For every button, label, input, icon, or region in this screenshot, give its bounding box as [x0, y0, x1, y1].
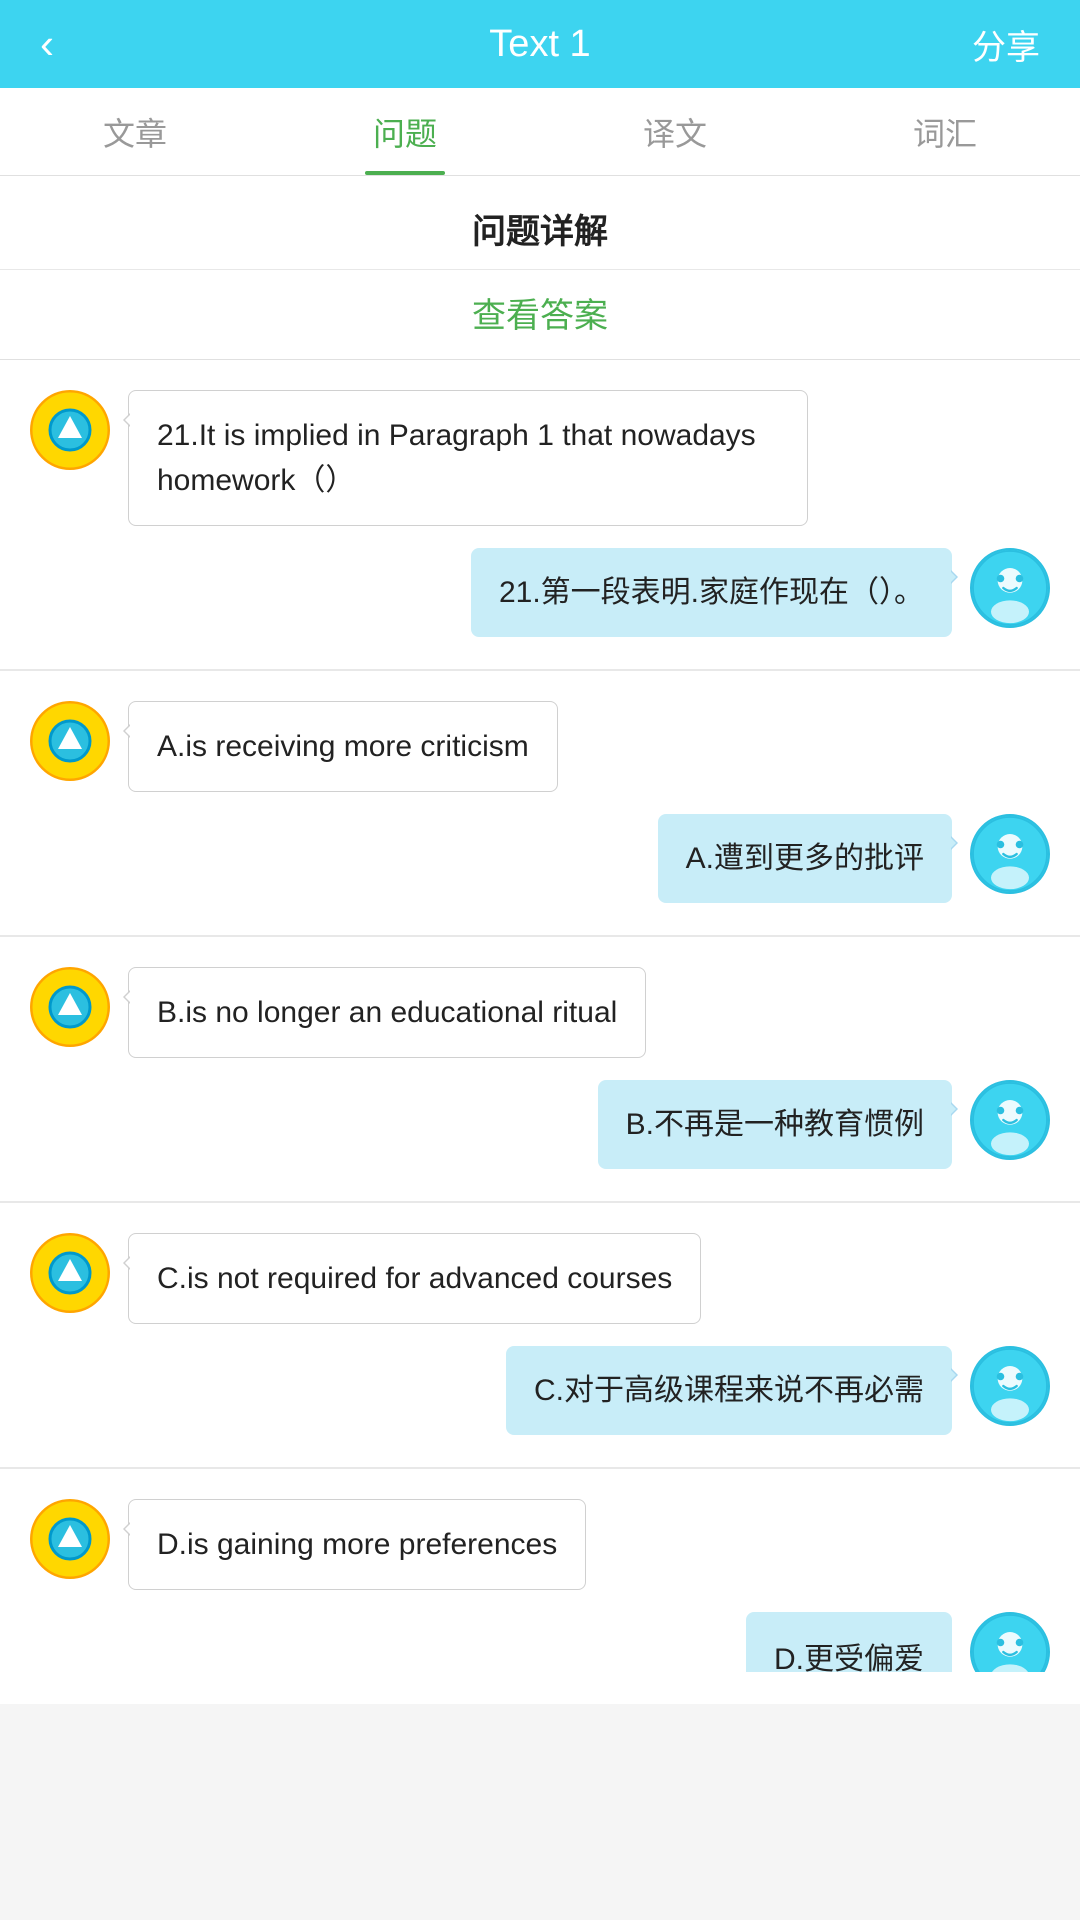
chat-row-q21-zh: 21.第一段表明.家庭作现在（）。: [30, 548, 1050, 637]
chat-section-optB: B.is no longer an educational ritual B.不…: [0, 937, 1080, 1203]
user-avatar: [970, 1346, 1050, 1426]
tab-question[interactable]: 问题: [270, 88, 540, 175]
chat-section-q21: 21.It is implied in Paragraph 1 that now…: [0, 360, 1080, 671]
bubble-optB-en: B.is no longer an educational ritual: [128, 967, 646, 1058]
page-title: Text 1: [489, 23, 590, 66]
bubble-optA-en: A.is receiving more criticism: [128, 701, 558, 792]
bubble-optC-zh: C.对于高级课程来说不再必需: [506, 1346, 952, 1435]
user-avatar: [970, 548, 1050, 628]
bubble-optD-zh-partial: D.更受偏爱: [746, 1612, 952, 1672]
robot-avatar: [30, 701, 110, 781]
chat-row-optB-en: B.is no longer an educational ritual: [30, 967, 1050, 1058]
share-button[interactable]: 分享: [972, 20, 1040, 69]
chat-section-optA: A.is receiving more criticism A.遭到更多的批评: [0, 671, 1080, 937]
bubble-optB-zh: B.不再是一种教育惯例: [598, 1080, 952, 1169]
tab-bar: 文章 问题 译文 词汇: [0, 88, 1080, 176]
chat-row-optD-zh-partial: D.更受偏爱: [30, 1612, 1050, 1672]
user-avatar: [970, 1080, 1050, 1160]
robot-avatar: [30, 1233, 110, 1313]
chat-row-optD-en: D.is gaining more preferences: [30, 1499, 1050, 1590]
back-button[interactable]: ‹: [40, 23, 54, 65]
user-avatar: [970, 1612, 1050, 1672]
tab-article[interactable]: 文章: [0, 88, 270, 175]
chat-row-optA-zh: A.遭到更多的批评: [30, 814, 1050, 903]
chat-row-q21-en: 21.It is implied in Paragraph 1 that now…: [30, 390, 1050, 526]
tab-vocabulary[interactable]: 词汇: [810, 88, 1080, 175]
view-answer-button[interactable]: 查看答案: [0, 270, 1080, 360]
user-avatar: [970, 814, 1050, 894]
bubble-optC-en: C.is not required for advanced courses: [128, 1233, 701, 1324]
chat-section-optD: D.is gaining more preferences D.更受偏爱: [0, 1469, 1080, 1704]
bubble-optA-zh: A.遭到更多的批评: [658, 814, 952, 903]
chat-row-optB-zh: B.不再是一种教育惯例: [30, 1080, 1050, 1169]
robot-avatar: [30, 390, 110, 470]
section-title: 问题详解: [0, 176, 1080, 270]
chat-row-optC-en: C.is not required for advanced courses: [30, 1233, 1050, 1324]
header: ‹ Text 1 分享: [0, 0, 1080, 88]
tab-translation[interactable]: 译文: [540, 88, 810, 175]
bubble-optD-en: D.is gaining more preferences: [128, 1499, 586, 1590]
robot-avatar: [30, 1499, 110, 1579]
bubble-q21-en: 21.It is implied in Paragraph 1 that now…: [128, 390, 808, 526]
bubble-q21-zh: 21.第一段表明.家庭作现在（）。: [471, 548, 952, 637]
chat-row-optA-en: A.is receiving more criticism: [30, 701, 1050, 792]
chat-section-optC: C.is not required for advanced courses C…: [0, 1203, 1080, 1469]
robot-avatar: [30, 967, 110, 1047]
chat-row-optC-zh: C.对于高级课程来说不再必需: [30, 1346, 1050, 1435]
